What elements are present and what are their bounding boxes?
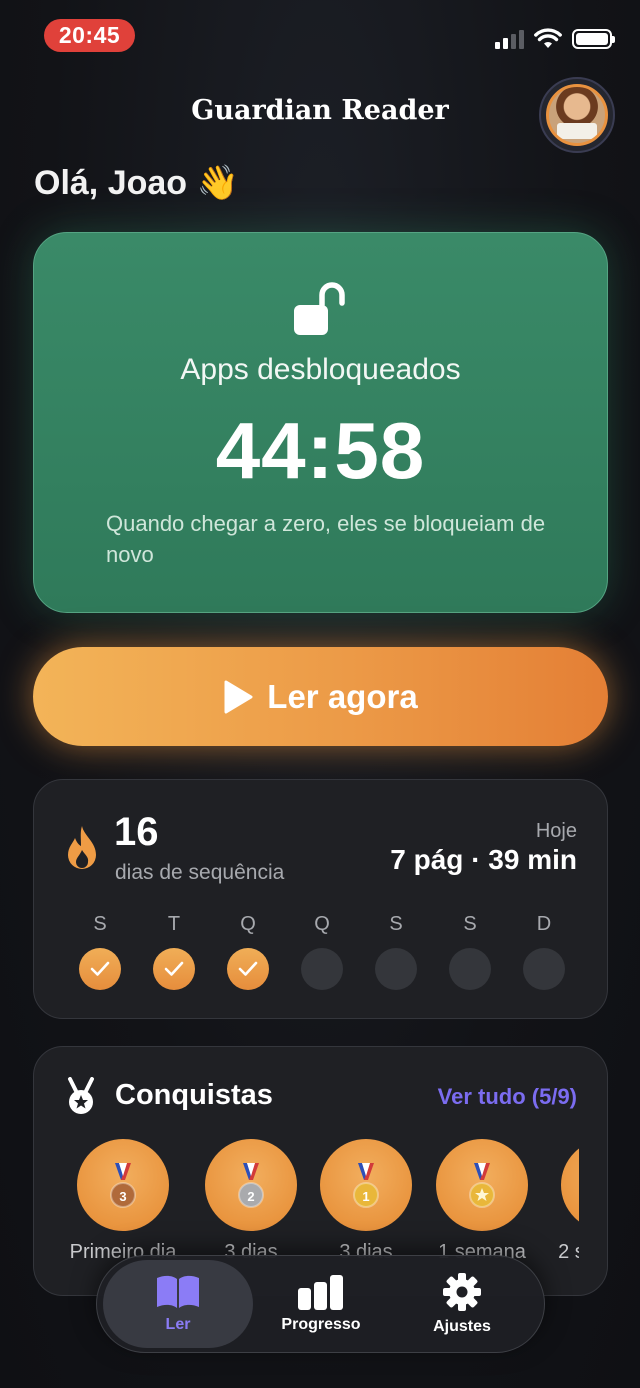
week-tracker: STQQSSD	[78, 913, 566, 990]
streak-days: 16	[114, 810, 159, 854]
unlocked-padlock-icon	[294, 282, 345, 335]
week-day-letter: S	[389, 913, 403, 935]
bronze-medal-icon: 3	[110, 1163, 136, 1208]
tab-read[interactable]: Ler	[103, 1260, 253, 1348]
week-day-letter: D	[536, 913, 552, 935]
week-day: S	[78, 913, 122, 990]
streak-label: dias de sequência	[115, 861, 285, 884]
tab-settings[interactable]: Ajustes	[387, 1260, 537, 1348]
badge-circle: 3	[77, 1139, 169, 1231]
day-complete-check	[227, 948, 269, 990]
gold-medal-icon: 1	[353, 1163, 379, 1208]
day-incomplete-dot	[523, 948, 565, 990]
play-icon	[224, 680, 253, 713]
achievement-badge[interactable]: 3 Primeiro dia	[70, 1139, 176, 1264]
day-incomplete-dot	[375, 948, 417, 990]
unlock-title: Apps desbloqueados	[180, 353, 461, 386]
status-icons	[495, 28, 615, 50]
achievement-badge[interactable]: 1 semana	[435, 1139, 529, 1264]
achievement-badge[interactable]: 13 dias	[319, 1139, 413, 1264]
bar-chart-icon	[298, 1275, 343, 1310]
gear-icon	[443, 1273, 481, 1311]
week-day: Q	[226, 913, 270, 990]
read-now-button[interactable]: Ler agora	[33, 647, 608, 746]
week-day-letter: Q	[240, 913, 256, 935]
svg-text:2: 2	[247, 1189, 254, 1204]
day-incomplete-dot	[449, 948, 491, 990]
silver-medal-icon: 2	[238, 1163, 264, 1208]
tab-progress[interactable]: Progresso	[246, 1260, 396, 1348]
star-medal-icon	[469, 1163, 495, 1208]
streak-card: 16 dias de sequência Hoje 7 pág · 39 min…	[33, 779, 608, 1019]
avatar-button[interactable]	[539, 77, 615, 153]
checkmark-icon	[238, 961, 258, 976]
tab-progress-label: Progresso	[281, 1316, 361, 1333]
today-label: Hoje	[535, 820, 577, 842]
unlock-subtitle: Quando chegar a zero, eles se bloqueiam …	[106, 511, 546, 567]
cellular-signal-icon	[495, 29, 524, 49]
see-all-link[interactable]: Ver tudo (5/9)	[438, 1084, 577, 1110]
tab-bar: Ler Progresso Ajustes	[96, 1255, 545, 1353]
checkmark-icon	[90, 961, 110, 976]
badge-circle	[561, 1139, 579, 1231]
tab-settings-label: Ajustes	[433, 1318, 491, 1335]
badge-circle: 1	[320, 1139, 412, 1231]
unlock-timer: 44:58	[215, 406, 426, 495]
day-incomplete-dot	[301, 948, 343, 990]
today-stats: 7 pág · 39 min	[390, 844, 577, 875]
read-now-label: Ler agora	[267, 677, 418, 715]
badge-circle	[436, 1139, 528, 1231]
achievements-title: Conquistas	[115, 1079, 273, 1111]
achievement-badge[interactable]: 2 semanas	[558, 1139, 579, 1264]
battery-icon	[572, 29, 615, 49]
week-day: S	[448, 913, 492, 990]
book-icon	[157, 1275, 199, 1308]
status-time: 20:45	[44, 19, 135, 52]
week-day-letter: S	[463, 913, 477, 935]
tab-read-label: Ler	[165, 1316, 191, 1333]
week-day-letter: Q	[314, 913, 330, 935]
week-day: S	[374, 913, 418, 990]
avatar	[546, 84, 608, 146]
week-day: T	[152, 913, 196, 990]
wifi-icon	[534, 28, 562, 48]
svg-text:3: 3	[119, 1189, 126, 1204]
svg-text:1: 1	[362, 1189, 369, 1204]
achievement-badge[interactable]: 23 dias	[204, 1139, 298, 1264]
day-complete-check	[153, 948, 195, 990]
badge-circle: 2	[205, 1139, 297, 1231]
week-day-letter: S	[93, 913, 107, 935]
flame-icon	[68, 826, 96, 869]
badge-label: 2 semanas	[558, 1241, 579, 1263]
day-complete-check	[79, 948, 121, 990]
week-day-letter: T	[167, 913, 181, 935]
medal-icon	[68, 1077, 94, 1114]
greeting: Olá, Joao 👋	[34, 164, 239, 202]
week-day: Q	[300, 913, 344, 990]
week-day: D	[522, 913, 566, 990]
unlock-status-card: Apps desbloqueados 44:58 Quando chegar a…	[33, 232, 608, 613]
checkmark-icon	[164, 961, 184, 976]
